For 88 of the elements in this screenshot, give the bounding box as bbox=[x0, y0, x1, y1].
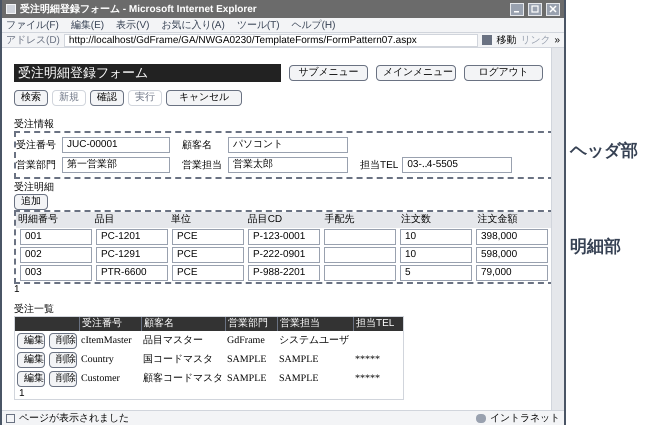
column-header: 注文金額 bbox=[476, 212, 518, 227]
table-cell-text: GdFrame bbox=[226, 334, 266, 347]
table-cell-text: ***** bbox=[354, 353, 381, 366]
action-button[interactable]: キャンセル bbox=[166, 90, 242, 106]
page-title: 受注明細登録フォーム bbox=[14, 64, 281, 82]
section-title: 受注一覧 bbox=[14, 303, 55, 316]
input-field[interactable]: P-123-0001 bbox=[248, 229, 320, 245]
input-field[interactable]: パソコント bbox=[228, 137, 348, 153]
input-field[interactable]: 03-‥4-5505 bbox=[402, 157, 512, 173]
field-label: 担当TEL bbox=[360, 158, 398, 172]
input-field[interactable]: P-222-0901 bbox=[248, 247, 320, 263]
action-button[interactable]: 検索 bbox=[14, 90, 48, 106]
nav-button[interactable]: サブメニュー bbox=[288, 65, 368, 81]
input-field[interactable]: JUC-00001 bbox=[62, 137, 170, 153]
menu-item[interactable]: ツール(T) bbox=[236, 18, 280, 32]
callout-label: ヘッダ部 bbox=[570, 140, 638, 162]
column-header: 手配先 bbox=[323, 212, 356, 227]
action-button[interactable]: 確認 bbox=[90, 90, 124, 106]
column-header: 注文数 bbox=[400, 212, 432, 227]
column-header: 担当TEL bbox=[353, 317, 403, 331]
input-field[interactable]: P-988-2201 bbox=[248, 265, 320, 281]
column-header: 受注番号 bbox=[79, 317, 141, 331]
pager[interactable]: 1 bbox=[14, 284, 543, 295]
section-title: 受注明細 bbox=[14, 181, 55, 194]
table-cell-text: SAMPLE bbox=[278, 372, 320, 385]
pager[interactable]: 1 bbox=[15, 388, 403, 399]
zone-label: イントラネット bbox=[490, 412, 560, 425]
field-label: 顧客名 bbox=[182, 138, 213, 152]
input-field[interactable]: PC-1201 bbox=[96, 229, 168, 245]
input-field[interactable]: 001 bbox=[20, 229, 92, 245]
input-field[interactable]: 5 bbox=[400, 265, 472, 281]
status-message: ページが表示されました bbox=[19, 412, 130, 425]
go-button[interactable]: 移動 bbox=[496, 32, 516, 48]
delete-button[interactable]: 削除 bbox=[49, 352, 77, 368]
input-field[interactable]: PCE bbox=[172, 265, 244, 281]
table-cell-text: Country bbox=[80, 353, 115, 366]
menu-item[interactable]: ファイル(F) bbox=[6, 18, 59, 32]
edit-button[interactable]: 編集 bbox=[17, 332, 45, 348]
input-field[interactable]: 10 bbox=[400, 229, 472, 245]
table-cell-text: 品目マスター bbox=[142, 334, 204, 347]
input-field[interactable]: PCE bbox=[172, 229, 244, 245]
table-cell-text: 顧客コードマスタ bbox=[142, 372, 224, 385]
column-header: 営業部門 bbox=[225, 317, 277, 331]
input-field[interactable]: 79,000 bbox=[476, 265, 548, 281]
column-header: 単位 bbox=[170, 213, 192, 227]
nav-button[interactable]: メインメニュー bbox=[376, 65, 456, 81]
column-header: 顧客名 bbox=[141, 317, 225, 331]
table-cell-text: SAMPLE bbox=[226, 353, 268, 366]
menu-item[interactable]: お気に入り(A) bbox=[161, 18, 225, 32]
column-header: 品目 bbox=[94, 213, 116, 227]
input-field[interactable]: 002 bbox=[20, 247, 92, 263]
input-field[interactable]: 398,000 bbox=[476, 229, 548, 245]
callout-label: 明細部 bbox=[570, 236, 622, 258]
field-label: 営業部門 bbox=[16, 158, 57, 172]
edit-button[interactable]: 編集 bbox=[17, 370, 45, 386]
table-cell-text: ***** bbox=[354, 372, 381, 385]
add-button[interactable]: 追加 bbox=[14, 194, 48, 210]
delete-button[interactable]: 削除 bbox=[49, 370, 77, 386]
table-cell-text: システムユーザ bbox=[278, 334, 350, 347]
more-icon[interactable]: » bbox=[554, 32, 560, 48]
input-field[interactable]: 598,000 bbox=[476, 247, 548, 263]
input-field[interactable]: PTR-6600 bbox=[96, 265, 168, 281]
input-field[interactable]: 第一営業部 bbox=[62, 157, 170, 173]
table-cell-text: SAMPLE bbox=[226, 372, 268, 385]
section-title: 受注情報 bbox=[14, 118, 55, 131]
input-field[interactable]: 003 bbox=[20, 265, 92, 281]
column-header: 営業担当 bbox=[277, 317, 353, 331]
menu-item[interactable]: ヘルプ(H) bbox=[292, 18, 336, 32]
input-field[interactable]: PC-1291 bbox=[96, 247, 168, 263]
input-field[interactable]: PCE bbox=[172, 247, 244, 263]
address-field[interactable]: http://localhost/GdFrame/GA/NWGA0230/TemplateForms/FormPattern07.aspx bbox=[64, 34, 478, 46]
input-field[interactable]: 営業太郎 bbox=[228, 157, 348, 173]
edit-button[interactable]: 編集 bbox=[17, 352, 45, 368]
table-cell-text: SAMPLE bbox=[278, 353, 320, 366]
table-cell-text: Customer bbox=[80, 372, 121, 385]
input-field[interactable]: 10 bbox=[400, 247, 472, 263]
field-label: 受注番号 bbox=[16, 138, 57, 152]
menu-item[interactable]: 表示(V) bbox=[116, 18, 150, 32]
column-header: 明細番号 bbox=[17, 212, 59, 227]
table-cell-text: cItemMaster bbox=[80, 334, 133, 347]
address-label: アドレス(D) bbox=[6, 34, 60, 48]
nav-button[interactable]: ログアウト bbox=[464, 65, 543, 81]
field-label: 営業担当 bbox=[182, 158, 223, 172]
menu-item[interactable]: 編集(E) bbox=[70, 18, 104, 32]
table-cell-text: 国コードマスタ bbox=[142, 353, 214, 366]
column-header: 品目CD bbox=[246, 213, 284, 227]
delete-button[interactable]: 削除 bbox=[49, 332, 77, 348]
window-title: 受注明細登録フォーム - Microsoft Internet Explorer bbox=[20, 2, 258, 16]
